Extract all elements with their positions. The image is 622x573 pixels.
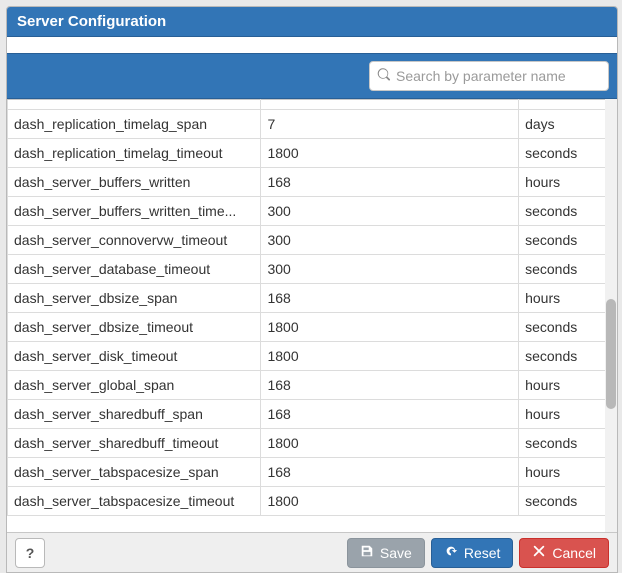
param-value-cell[interactable]: 7 [261,110,519,139]
table-row[interactable]: dash_server_global_span168hours [8,371,617,400]
param-unit-cell: seconds [519,342,617,371]
scrollbar-thumb[interactable] [606,299,616,409]
table-row[interactable]: dash_server_tabspacesize_timeout1800seco… [8,487,617,516]
table-row[interactable]: dash_server_buffers_written_time...300se… [8,197,617,226]
param-name-cell: dash_server_dbsize_timeout [8,313,261,342]
param-name-cell: dash_server_tabspacesize_span [8,458,261,487]
param-name-cell: dash_server_dbsize_span [8,284,261,313]
param-value-cell[interactable]: 1800 [261,429,519,458]
param-unit-cell: seconds [519,139,617,168]
server-config-window: Server Configuration .dash_replication_t… [6,6,618,573]
table-row[interactable]: dash_server_database_timeout300seconds [8,255,617,284]
table-row[interactable]: dash_server_buffers_written168hours [8,168,617,197]
param-unit-cell: hours [519,284,617,313]
param-unit-cell [519,100,617,110]
param-value-cell[interactable]: 1800 [261,139,519,168]
table-row[interactable]: dash_server_dbsize_timeout1800seconds [8,313,617,342]
param-unit-cell: hours [519,458,617,487]
scrollbar-track[interactable] [605,99,617,532]
table-row[interactable]: dash_server_sharedbuff_span168hours [8,400,617,429]
param-value-cell[interactable]: 168 [261,168,519,197]
cancel-label: Cancel [552,545,596,561]
param-value-cell[interactable]: 1800 [261,487,519,516]
param-unit-cell: hours [519,371,617,400]
param-value-cell[interactable]: 1800 [261,313,519,342]
param-unit-cell: seconds [519,487,617,516]
param-name-cell: dash_server_disk_timeout [8,342,261,371]
param-value-cell[interactable]: 168 [261,458,519,487]
param-name-cell: dash_server_database_timeout [8,255,261,284]
title-bar: Server Configuration [7,7,617,37]
params-table: .dash_replication_timelag_span7daysdash_… [7,99,617,516]
help-label: ? [26,545,35,561]
table-row[interactable]: . [8,100,617,110]
search-bar [7,53,617,99]
param-unit-cell: hours [519,400,617,429]
table-row[interactable]: dash_server_tabspacesize_span168hours [8,458,617,487]
param-name-cell: dash_server_tabspacesize_timeout [8,487,261,516]
param-name-cell: dash_server_sharedbuff_timeout [8,429,261,458]
save-icon [360,544,374,561]
search-input[interactable] [369,61,609,91]
param-value-cell[interactable] [261,100,519,110]
table-row[interactable]: dash_replication_timelag_timeout1800seco… [8,139,617,168]
param-unit-cell: seconds [519,197,617,226]
param-name-cell: dash_server_global_span [8,371,261,400]
save-label: Save [380,545,412,561]
param-name-cell: dash_server_sharedbuff_span [8,400,261,429]
param-unit-cell: hours [519,168,617,197]
cancel-icon [532,544,546,561]
param-name-cell: dash_server_connovervw_timeout [8,226,261,255]
table-row[interactable]: dash_server_disk_timeout1800seconds [8,342,617,371]
search-wrap [369,61,609,91]
param-name-cell: dash_server_buffers_written_time... [8,197,261,226]
table-row[interactable]: dash_server_sharedbuff_timeout1800second… [8,429,617,458]
param-unit-cell: seconds [519,226,617,255]
table-row[interactable]: dash_server_dbsize_span168hours [8,284,617,313]
param-name-cell: dash_replication_timelag_timeout [8,139,261,168]
param-value-cell[interactable]: 168 [261,371,519,400]
param-value-cell[interactable]: 168 [261,400,519,429]
param-unit-cell: seconds [519,429,617,458]
window-title: Server Configuration [17,13,166,30]
table-row[interactable]: dash_replication_timelag_span7days [8,110,617,139]
param-unit-cell: seconds [519,313,617,342]
help-button[interactable]: ? [15,538,45,568]
param-name-cell: dash_replication_timelag_span [8,110,261,139]
spacer [7,37,617,53]
table-row[interactable]: dash_server_connovervw_timeout300seconds [8,226,617,255]
footer: ? Save Reset Cancel [7,532,617,572]
reset-icon [444,544,458,561]
param-value-cell[interactable]: 168 [261,284,519,313]
param-value-cell[interactable]: 300 [261,226,519,255]
param-unit-cell: days [519,110,617,139]
param-value-cell[interactable]: 1800 [261,342,519,371]
reset-label: Reset [464,545,501,561]
table-area: .dash_replication_timelag_span7daysdash_… [7,99,617,532]
param-value-cell[interactable]: 300 [261,197,519,226]
save-button[interactable]: Save [347,538,425,568]
cancel-button[interactable]: Cancel [519,538,609,568]
reset-button[interactable]: Reset [431,538,514,568]
param-value-cell[interactable]: 300 [261,255,519,284]
param-name-cell: . [8,100,261,110]
param-unit-cell: seconds [519,255,617,284]
param-name-cell: dash_server_buffers_written [8,168,261,197]
